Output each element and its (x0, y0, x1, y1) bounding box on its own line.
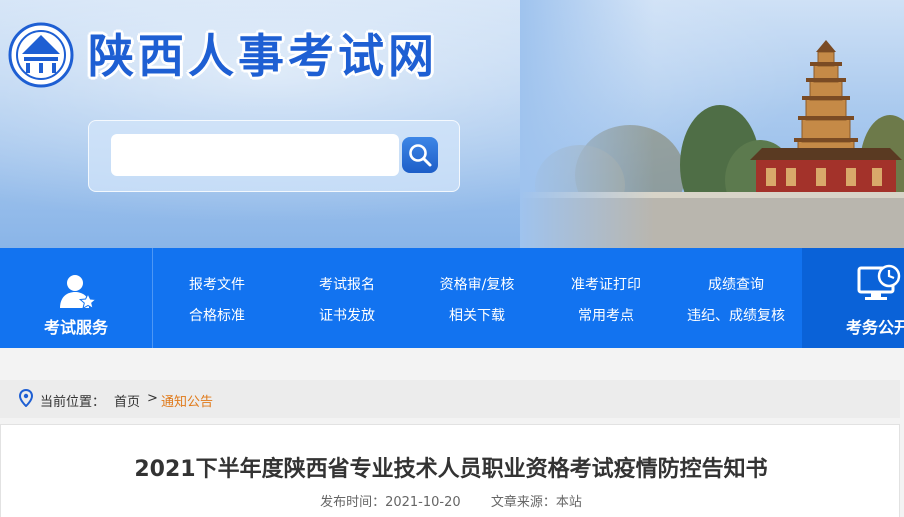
nav-link-downloads[interactable]: 相关下载 (449, 305, 505, 325)
nav-link-violation-review[interactable]: 违纪、成绩复核 (687, 305, 785, 325)
breadcrumb-current[interactable]: 通知公告 (161, 391, 213, 410)
main-nav: 考试服务 报考文件 考试报名 资格审/复核 准考证打印 成绩查询 合格标准 证书… (0, 248, 904, 348)
article: 2021下半年度陕西省专业技术人员职业资格考试疫情防控告知书 发布时间：2021… (0, 424, 900, 517)
breadcrumb-home[interactable]: 首页 (114, 391, 140, 410)
exam-public-button[interactable]: 考务公开 (802, 248, 904, 348)
site-logo-icon (8, 22, 74, 88)
nav-link-application-docs[interactable]: 报考文件 (189, 274, 245, 294)
breadcrumb: 当前位置： 首页 > 通知公告 (0, 380, 900, 418)
exam-service-label: 考试服务 (43, 318, 108, 337)
search-icon (409, 144, 432, 167)
nav-link-test-sites[interactable]: 常用考点 (578, 305, 634, 325)
search-box (88, 120, 460, 192)
breadcrumb-prefix: 当前位置： (40, 395, 106, 410)
breadcrumb-separator: > (147, 391, 158, 406)
nav-link-score-query[interactable]: 成绩查询 (708, 274, 764, 294)
site-title: 陕西人事考试网 (88, 29, 438, 83)
article-source: 文章来源：本站 (490, 495, 582, 510)
monitor-clock-icon (857, 264, 901, 300)
article-title: 2021下半年度陕西省专业技术人员职业资格考试疫情防控告知书 (134, 457, 768, 482)
nav-link-registration[interactable]: 考试报名 (319, 274, 375, 294)
exam-service-button[interactable]: 考试服务 (0, 248, 153, 348)
user-star-icon (60, 275, 96, 310)
location-pin-icon (19, 389, 33, 407)
pagoda-scenery (520, 0, 904, 248)
header-banner: 陕西人事考试网 (0, 0, 904, 248)
search-input[interactable] (111, 134, 399, 176)
search-button[interactable] (402, 137, 438, 173)
nav-links: 报考文件 考试报名 资格审/复核 准考证打印 成绩查询 合格标准 证书发放 相关… (152, 248, 802, 348)
publish-time: 发布时间：2021-10-20 (320, 495, 461, 510)
nav-link-pass-standard[interactable]: 合格标准 (189, 305, 245, 325)
exam-public-label: 考务公开 (846, 318, 904, 337)
nav-link-certificate[interactable]: 证书发放 (319, 305, 375, 325)
nav-link-admit-card[interactable]: 准考证打印 (571, 274, 641, 294)
nav-link-qualification-review[interactable]: 资格审/复核 (440, 274, 515, 294)
article-meta: 发布时间：2021-10-20 文章来源：本站 (1, 491, 901, 510)
